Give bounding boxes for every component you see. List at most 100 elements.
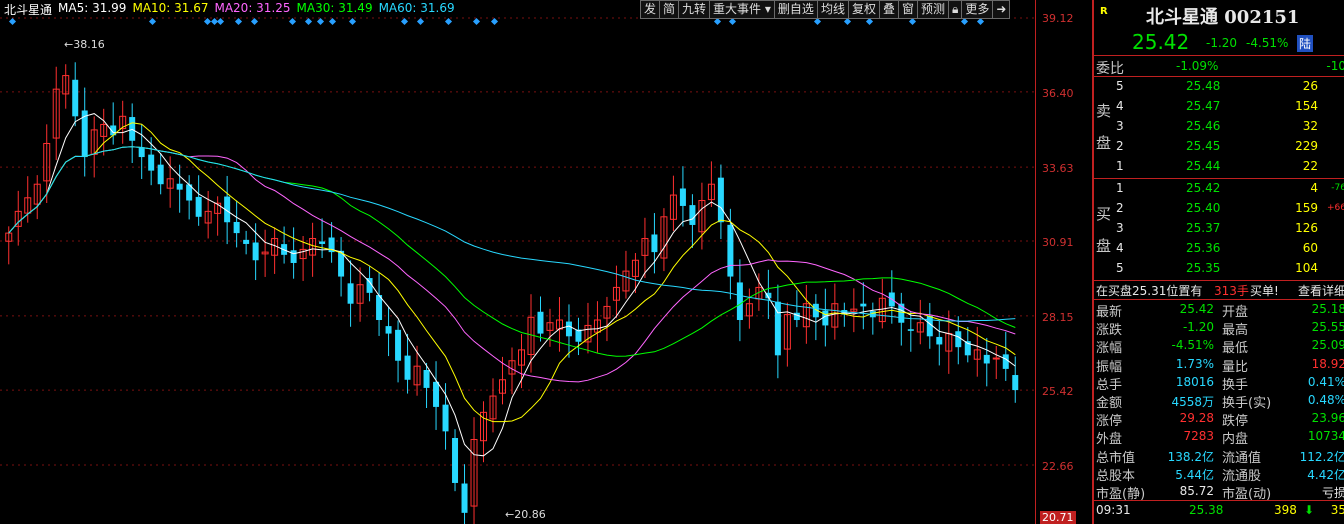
stat-row: 总股本 5.44亿 流通股 4.42亿	[1094, 464, 1344, 484]
candle-body	[423, 370, 430, 388]
toolbar-fa-button[interactable]: 发	[640, 0, 661, 19]
toolbar-jiuzhuan-button[interactable]: 九转	[679, 0, 711, 19]
notice-type: 买单!	[1250, 284, 1279, 298]
toolbar-forecast-button[interactable]: 预测	[918, 0, 950, 19]
stat-label: 内盘	[1222, 432, 1249, 448]
candle-body	[1002, 354, 1009, 369]
sell-row[interactable]: 1 25.44 22	[1094, 157, 1344, 177]
level: 1	[1116, 181, 1124, 195]
volume: 32	[1302, 119, 1318, 133]
buy-row[interactable]: 1 25.42 4 -76	[1094, 179, 1344, 199]
event-marker-icon	[865, 17, 874, 26]
stat-label: 涨跌	[1096, 323, 1123, 339]
sell-row[interactable]: 4 25.47 154	[1094, 97, 1344, 117]
buy-row[interactable]: 4 25.36 60	[1094, 239, 1344, 259]
stat-label: 流通值	[1222, 450, 1262, 466]
toolbar-expand-button[interactable]: ➜	[993, 0, 1011, 19]
level: 5	[1116, 261, 1124, 275]
candle-body	[1012, 375, 1019, 391]
candle-body	[176, 183, 183, 190]
stat-value: -4.51%	[1171, 338, 1214, 353]
stat-row: 金额 4558万 换手(实) 0.48%	[1094, 391, 1344, 411]
toolbar-jian-button[interactable]: 简	[660, 0, 680, 19]
candle-body	[907, 329, 914, 331]
event-marker-icon	[348, 17, 357, 26]
stat-row: 总手 18016 换手 0.41%	[1094, 373, 1344, 393]
stat-value: 4.42亿	[1307, 467, 1344, 482]
stat-value: 18016	[1175, 374, 1214, 389]
price: 25.40	[1186, 201, 1221, 215]
toolbar-remove-favorite-button[interactable]: 删自选	[774, 0, 818, 19]
order-notice[interactable]: 在买盘25.31位置有 313手 买单! 查看详细	[1094, 280, 1344, 300]
candle-body	[452, 438, 459, 483]
candle-body	[537, 311, 544, 334]
ma5-label: MA5: 31.99	[58, 1, 127, 15]
toolbar-lock-button[interactable]: 🔒︎	[949, 0, 963, 19]
price-change-pct: -4.51%	[1246, 36, 1289, 50]
price: 25.46	[1186, 119, 1221, 133]
toolbar-more-button[interactable]: 更多	[962, 0, 994, 19]
level: 5	[1116, 79, 1124, 93]
sell-row[interactable]: 2 25.45 229	[1094, 137, 1344, 157]
buy-row[interactable]: 2 25.40 159 +66	[1094, 199, 1344, 219]
stat-label: 总股本	[1096, 468, 1136, 484]
axis-label: 25.42	[1042, 385, 1074, 398]
weibi-row: 委比 -1.09% -10	[1094, 57, 1344, 77]
event-marker-icon	[813, 17, 822, 26]
kline-chart[interactable]: ←38.16 ←20.86 北斗星通 MA5: 31.99 MA10: 31.67…	[0, 0, 1092, 524]
high-annotation: ←38.16	[64, 38, 105, 51]
level: 1	[1116, 159, 1124, 173]
current-price: 25.42	[1132, 30, 1190, 54]
buy-row[interactable]: 3 25.37 126	[1094, 219, 1344, 239]
volume: 229	[1295, 139, 1318, 153]
kline-canvas[interactable]: ←38.16 ←20.86	[0, 0, 1036, 524]
event-marker-icon	[400, 17, 409, 26]
notice-detail-link[interactable]: 查看详细	[1298, 282, 1344, 299]
toolbar-overlay-button[interactable]: 叠	[879, 0, 899, 19]
toolbar-window-button[interactable]: 窗	[898, 0, 918, 19]
axis-label: 28.15	[1042, 311, 1074, 324]
weibi-label: 委比	[1096, 61, 1124, 77]
event-marker-icon	[8, 17, 17, 26]
stat-value: 5.44亿	[1175, 467, 1214, 482]
candle-body	[860, 303, 867, 307]
candle-body	[992, 357, 1000, 360]
candle-body	[195, 196, 202, 217]
tick-extra: 35	[1330, 503, 1344, 517]
volume: 104	[1295, 261, 1318, 275]
stat-value: 18.92	[1311, 356, 1344, 371]
toolbar-major-events-button[interactable]: 重大事件 ▾	[710, 0, 775, 19]
volume: 4	[1310, 181, 1318, 195]
tick-row: 09:31 25.38 398 ⬇ 35	[1094, 501, 1344, 521]
buy-row[interactable]: 5 25.35 104	[1094, 259, 1344, 279]
stat-value: 112.2亿	[1299, 449, 1344, 464]
candle-body	[689, 205, 696, 225]
stat-row: 振幅 1.73% 量比 18.92	[1094, 355, 1344, 375]
candle-body	[651, 234, 658, 253]
event-marker-icon	[416, 17, 425, 26]
ma-legend: 北斗星通 MA5: 31.99 MA10: 31.67 MA20: 31.25 …	[4, 1, 455, 17]
stat-label: 最新	[1096, 305, 1123, 320]
toolbar-adjust-button[interactable]: 复权	[848, 0, 880, 19]
candle-body	[148, 154, 155, 171]
candle-body	[936, 336, 943, 345]
level: 2	[1116, 139, 1124, 153]
stat-row: 涨停 29.28 跌停 23.96	[1094, 409, 1344, 429]
candle-body	[72, 79, 79, 117]
level: 2	[1116, 201, 1124, 215]
stat-label: 外盘	[1096, 432, 1123, 448]
event-marker-icon	[328, 17, 337, 26]
event-marker-icon	[960, 17, 969, 26]
sell-row[interactable]: 5 25.48 26	[1094, 77, 1344, 97]
stat-label: 振幅	[1096, 359, 1123, 375]
quote-panel: R 北斗星通 002151 25.42 -1.20 -4.51% 陆 委比 -1…	[1092, 0, 1344, 524]
toolbar-ma-button[interactable]: 均线	[817, 0, 849, 19]
candle-body	[793, 312, 800, 321]
candle-body	[243, 239, 250, 244]
candle-body	[926, 315, 933, 337]
price: 25.36	[1186, 241, 1221, 255]
stat-row: 市盈(静) 85.72 市盈(动) 亏损	[1094, 482, 1344, 502]
stat-label: 最高	[1222, 323, 1249, 339]
sell-row[interactable]: 3 25.46 32	[1094, 117, 1344, 137]
stat-value: -1.20	[1182, 320, 1214, 335]
